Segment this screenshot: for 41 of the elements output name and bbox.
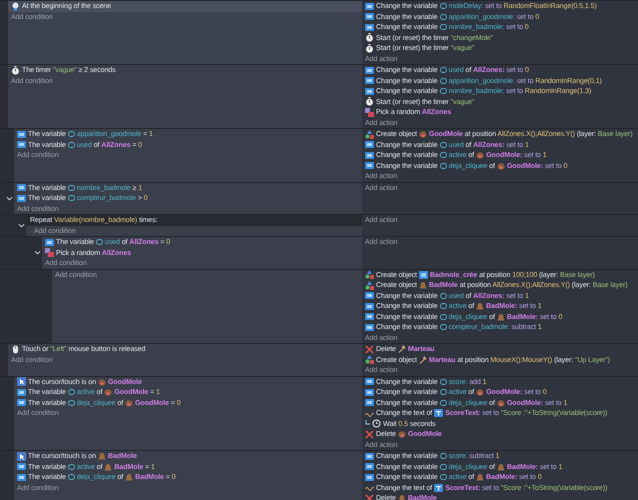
collapse-chevron-icon[interactable] [6,194,13,202]
mole-figure-icon [496,462,505,471]
text-object-icon [434,409,444,418]
mole-icon [496,162,505,170]
mole-icon [476,151,484,160]
variable-icon [45,238,54,247]
mole-figure-icon [125,473,134,482]
mole-figure-icon [476,302,484,310]
collapse-chevron-icon[interactable] [18,222,25,229]
cross-icon [365,430,374,439]
lightbulb-icon [11,2,20,11]
cross-icon [365,344,374,354]
mole-icon [476,388,484,396]
mole-icon [496,398,505,407]
sprite-icon [418,270,428,279]
cross-icon [365,494,374,500]
shapes-icon [365,270,374,280]
mole-icon [398,430,406,438]
shapes-icon [365,130,374,139]
stopwatch-icon [365,97,374,106]
hammer-icon [398,345,406,354]
variable-glyph-icon [96,239,103,246]
mole-icon [418,130,427,138]
cursor-icon [17,452,26,461]
mole-figure-icon [476,473,484,482]
mole-icon [125,398,134,407]
cursor-icon [17,377,26,386]
shapes-icon [365,355,374,364]
mole-figure-icon [418,281,427,290]
stopwatch-icon [365,33,374,42]
mole-figure-icon [496,312,505,321]
pick-icon [365,108,374,117]
pick-icon [45,248,54,258]
stopwatch-icon [11,66,20,75]
mole-figure-icon [398,494,406,500]
wait-clock-icon [365,419,381,428]
hammer-icon [418,356,427,364]
text-object-icon [434,484,444,492]
shapes-icon [365,280,374,290]
stopwatch-icon [365,44,374,53]
collapse-chevron-icon[interactable] [34,249,41,256]
